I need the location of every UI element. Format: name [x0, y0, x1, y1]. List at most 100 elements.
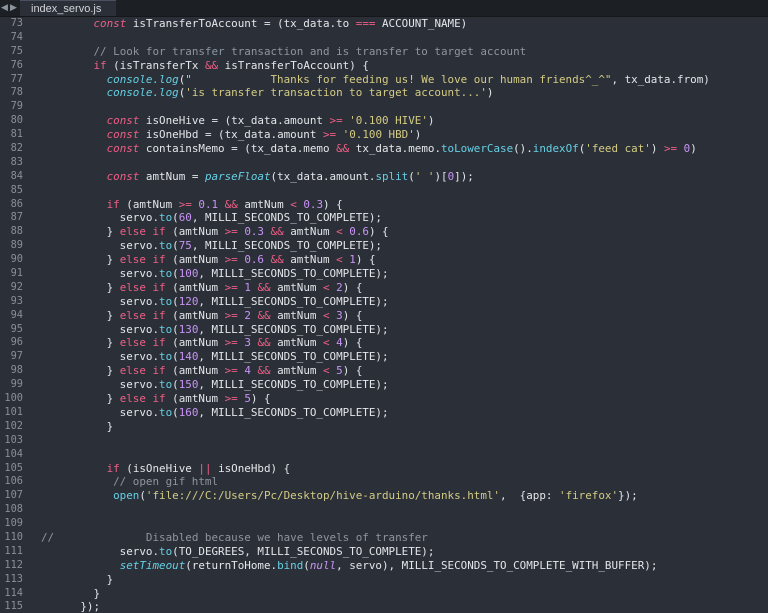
code-line[interactable]: 78 console.log('is transfer transaction …: [0, 86, 768, 100]
code-line[interactable]: 84 const amtNum = parseFloat(tx_data.amo…: [0, 170, 768, 184]
editor-window: ◀ ▶ index_servo.js 73 const isTransferTo…: [0, 0, 768, 613]
line-number: 93: [10, 294, 23, 307]
code-token: }: [41, 392, 120, 406]
code-text: }: [41, 573, 114, 587]
code-token: 0.6: [244, 253, 264, 267]
code-line[interactable]: 100 } else if (amtNum >= 5) {: [0, 392, 768, 406]
code-line[interactable]: 110 // Disabled because we have levels of…: [0, 531, 768, 545]
code-line[interactable]: 92 } else if (amtNum >= 1 && amtNum < 2)…: [0, 281, 768, 295]
code-token: (amtNum: [165, 253, 225, 267]
line-number: 109: [4, 517, 23, 530]
code-line[interactable]: 97 servo.to(140, MILLI_SECONDS_TO_COMPLE…: [0, 350, 768, 364]
code-line[interactable]: 108: [0, 503, 768, 517]
line-number: 101: [4, 405, 23, 418]
line-number: 76: [10, 58, 23, 71]
code-line[interactable]: 82 const containsMemo = (tx_data.memo &&…: [0, 142, 768, 156]
code-token: (amtNum: [165, 336, 225, 350]
code-line[interactable]: 101 servo.to(160, MILLI_SECONDS_TO_COMPL…: [0, 406, 768, 420]
code-token: >=: [178, 197, 192, 211]
code-text: if (isOneHive || isOneHbd) {: [41, 461, 291, 476]
code-token: (amtNum: [165, 392, 225, 406]
code-token: 'feed cat': [585, 142, 651, 156]
code-line[interactable]: 112 setTimeout(returnToHome.bind(null, s…: [0, 559, 768, 573]
code-line[interactable]: 80 const isOneHive = (tx_data.amount >= …: [0, 114, 768, 128]
code-line[interactable]: 90 } else if (amtNum >= 0.6 && amtNum < …: [0, 253, 768, 267]
code-line[interactable]: 96 } else if (amtNum >= 3 && amtNum < 4)…: [0, 336, 768, 350]
code-line[interactable]: 107 open('file:///C:/Users/Pc/Desktop/hi…: [0, 489, 768, 503]
code-line[interactable]: 81 const isOneHbd = (tx_data.amount >= '…: [0, 128, 768, 142]
tab-scroll-left-icon[interactable]: ◀: [1, 0, 8, 16]
code-line[interactable]: 73 const isTransferToAccount = (tx_data.…: [0, 17, 768, 31]
code-token: >=: [224, 392, 238, 406]
code-editor[interactable]: 73 const isTransferToAccount = (tx_data.…: [0, 17, 768, 613]
code-token: isTransferToAccount = (tx_data.to: [126, 17, 356, 30]
line-number: 112: [4, 558, 23, 571]
code-line[interactable]: 76 if (isTransferTx && isTransferToAccou…: [0, 59, 768, 73]
code-token: >=: [329, 114, 343, 128]
code-token: ||: [198, 461, 212, 475]
code-line[interactable]: 85: [0, 184, 768, 198]
code-line[interactable]: 88 } else if (amtNum >= 0.3 && amtNum < …: [0, 225, 768, 239]
code-line[interactable]: 98 } else if (amtNum >= 4 && amtNum < 5)…: [0, 364, 768, 378]
code-token: 60: [178, 211, 192, 225]
code-token: &&: [224, 197, 238, 211]
code-token: amtNum: [270, 336, 324, 350]
code-line[interactable]: 114 }: [0, 587, 768, 601]
code-line[interactable]: 104: [0, 448, 768, 462]
code-token: >=: [224, 308, 238, 322]
code-token: console.log: [106, 72, 179, 86]
code-token: isTransferToAccount) {: [218, 58, 369, 72]
code-line[interactable]: 113 }: [0, 573, 768, 587]
code-token: ) {: [342, 336, 363, 350]
line-number: 91: [10, 267, 23, 280]
code-token: servo.: [41, 544, 160, 558]
code-line[interactable]: 77 console.log(" Thanks for feeding us! …: [0, 73, 768, 87]
code-text: console.log(" Thanks for feeding us! We …: [41, 73, 710, 87]
code-line[interactable]: 87 servo.to(60, MILLI_SECONDS_TO_COMPLET…: [0, 211, 768, 225]
code-line[interactable]: 94 } else if (amtNum >= 2 && amtNum < 3)…: [0, 309, 768, 323]
code-line[interactable]: 109: [0, 517, 768, 531]
code-token: >=: [224, 225, 238, 239]
code-line[interactable]: 99 servo.to(150, MILLI_SECONDS_TO_COMPLE…: [0, 378, 768, 392]
code-text: }: [41, 420, 114, 434]
code-text: servo.to(140, MILLI_SECONDS_TO_COMPLETE)…: [41, 350, 389, 364]
code-line[interactable]: 103: [0, 434, 768, 448]
code-line[interactable]: 83: [0, 156, 768, 170]
code-line[interactable]: 95 servo.to(130, MILLI_SECONDS_TO_COMPLE…: [0, 323, 768, 337]
code-token: (isOneHive: [119, 461, 199, 475]
code-token: servo.: [41, 211, 160, 225]
line-number: 105: [4, 461, 23, 474]
tab-index-servo[interactable]: index_servo.js: [20, 0, 116, 16]
code-token: ) {: [342, 280, 363, 294]
code-line[interactable]: 105 if (isOneHive || isOneHbd) {: [0, 462, 768, 476]
code-line[interactable]: 75 // Look for transfer transaction and …: [0, 45, 768, 59]
code-line[interactable]: 102 }: [0, 420, 768, 434]
code-token: to: [159, 405, 173, 419]
code-token: >=: [224, 364, 238, 378]
code-line[interactable]: 74: [0, 31, 768, 45]
code-line[interactable]: 86 if (amtNum >= 0.1 && amtNum < 0.3) {: [0, 198, 768, 212]
code-token: const: [106, 128, 140, 142]
code-token: servo.: [41, 267, 160, 281]
code-line[interactable]: 89 servo.to(75, MILLI_SECONDS_TO_COMPLET…: [0, 239, 768, 253]
code-token: if: [152, 280, 166, 294]
code-token: (amtNum: [165, 280, 225, 294]
code-line[interactable]: 79: [0, 100, 768, 114]
code-line[interactable]: 91 servo.to(100, MILLI_SECONDS_TO_COMPLE…: [0, 267, 768, 281]
code-line[interactable]: 111 servo.to(TO_DEGREES, MILLI_SECONDS_T…: [0, 545, 768, 559]
code-line[interactable]: 106 // open gif html: [0, 475, 768, 489]
code-line[interactable]: 93 servo.to(120, MILLI_SECONDS_TO_COMPLE…: [0, 295, 768, 309]
code-token: if: [106, 197, 120, 211]
code-token: else: [119, 280, 146, 294]
code-token: &&: [270, 253, 284, 267]
code-token: , MILLI_SECONDS_TO_COMPLETE);: [198, 378, 389, 392]
code-token: if: [152, 308, 166, 322]
code-text: }: [41, 587, 100, 601]
code-token: ): [427, 114, 435, 128]
tab-scroll-right-icon[interactable]: ▶: [10, 0, 17, 16]
code-text: servo.to(120, MILLI_SECONDS_TO_COMPLETE)…: [41, 295, 389, 309]
code-token: (amtNum: [165, 225, 225, 239]
code-line[interactable]: 115 });: [0, 600, 768, 613]
